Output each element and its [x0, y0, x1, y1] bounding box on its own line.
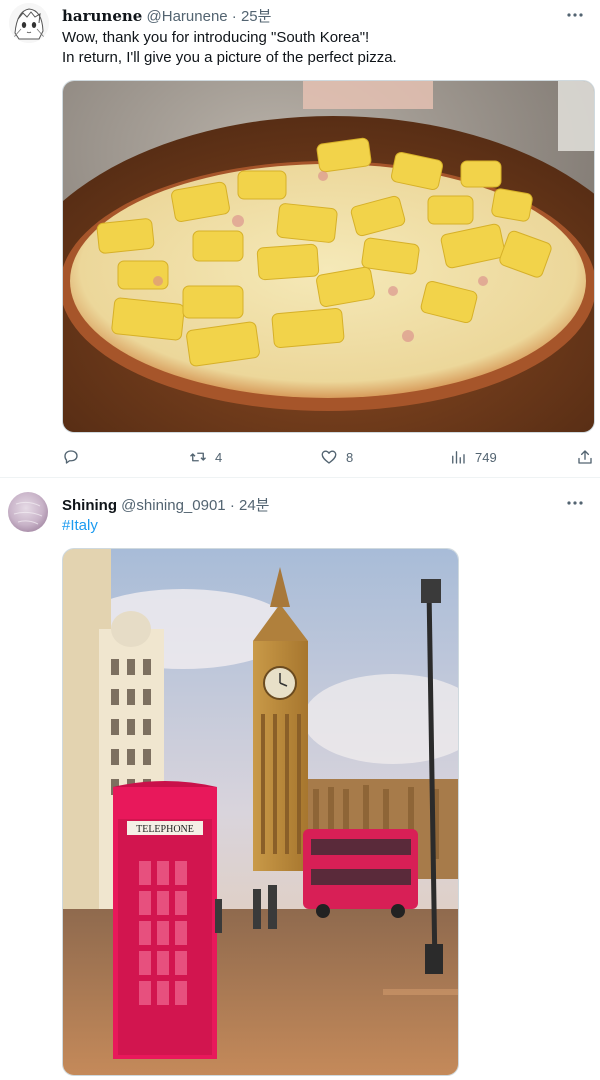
tweet-shining[interactable]: Shining @shining_0901 · 24분 #Italy TELEP… — [0, 478, 600, 1080]
avatar[interactable] — [8, 492, 48, 532]
timestamp[interactable]: 25분 — [241, 8, 272, 25]
tweet-photo-pizza[interactable] — [62, 80, 595, 433]
london-street-image: TELEPHONE — [63, 549, 458, 1075]
pizza-image — [63, 81, 594, 432]
telephone-sign: TELEPHONE — [136, 824, 194, 835]
retweet-icon — [190, 452, 206, 462]
timestamp[interactable]: 24분 — [239, 497, 270, 514]
tweet-text: Wow, thank you for introducing "South Ko… — [62, 28, 397, 68]
reply-icon — [64, 450, 78, 464]
tweet-text-line: Wow, thank you for introducing "South Ko… — [62, 29, 370, 46]
share-icon — [578, 450, 592, 464]
views-bar-chart-icon — [452, 451, 465, 464]
share-button[interactable] — [576, 446, 594, 468]
tweet-photo-london[interactable]: TELEPHONE — [62, 548, 459, 1076]
views-button[interactable]: 749 — [449, 446, 497, 468]
reply-button[interactable] — [62, 446, 80, 468]
avatar-image — [8, 492, 48, 532]
hashtag-link[interactable]: #Italy — [62, 517, 98, 534]
heart-icon — [321, 450, 337, 464]
views-count: 749 — [475, 449, 497, 465]
handle[interactable]: @shining_0901 — [121, 497, 225, 514]
retweet-count: 4 — [215, 449, 223, 465]
anime-avatar-image — [9, 3, 49, 43]
tweet-actions: 4 8 749 — [62, 446, 594, 468]
avatar[interactable] — [9, 3, 49, 43]
display-name[interactable]: Shining — [62, 497, 117, 514]
tweet-harunene[interactable]: harunene @Harunene · 25분 Wow, thank you … — [0, 0, 600, 477]
retweet-button[interactable]: 4 — [189, 446, 222, 468]
separator-dot: · — [229, 497, 235, 514]
handle[interactable]: @Harunene — [147, 8, 228, 25]
tweet-header: Shining @shining_0901 · 24분 — [62, 494, 270, 515]
tweet-text: #Italy — [62, 516, 98, 536]
separator-dot: · — [231, 8, 237, 25]
tweet-text-line: In return, I'll give you a picture of th… — [62, 49, 397, 66]
more-options-icon[interactable] — [564, 8, 586, 22]
like-count: 8 — [346, 449, 354, 465]
tweet-header: harunene @Harunene · 25분 — [62, 5, 271, 26]
more-options-icon[interactable] — [564, 496, 586, 510]
like-button[interactable]: 8 — [320, 446, 353, 468]
display-name[interactable]: harunene — [62, 7, 142, 25]
